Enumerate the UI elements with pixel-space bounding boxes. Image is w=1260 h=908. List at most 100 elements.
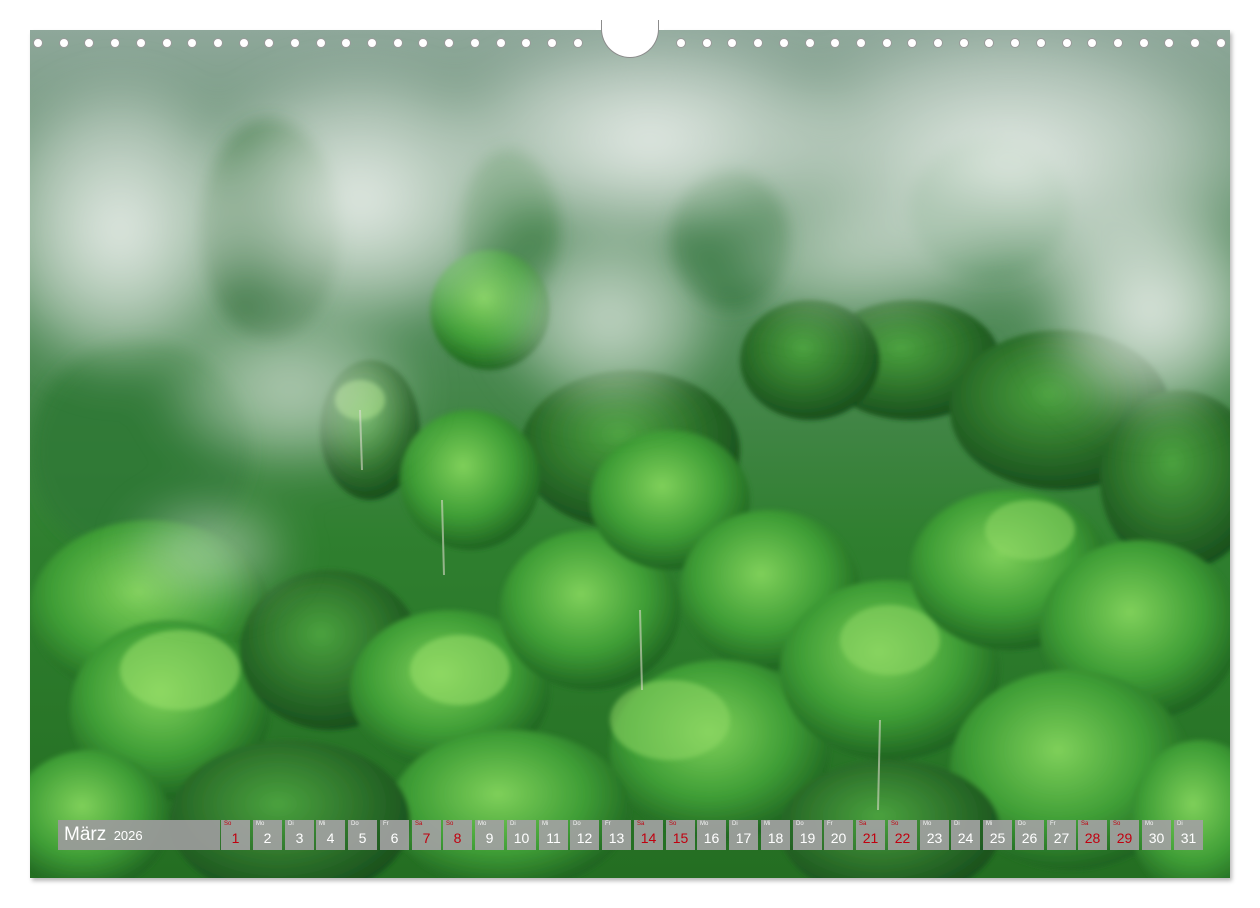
day-cell: Mi 18 [761,820,790,850]
day-number: 9 [485,830,494,846]
day-cell: Sa 28 [1078,820,1107,850]
day-cell: Mo 9 [475,820,504,850]
day-number: 24 [957,830,974,846]
day-cell: Mi 11 [539,820,568,850]
day-number: 18 [767,830,784,846]
month-label: März 2026 [58,820,220,850]
weekday-label: Fr [605,821,611,827]
day-number: 8 [453,830,462,846]
day-number: 30 [1148,830,1165,846]
weekday-label: Do [796,821,804,827]
day-number: 22 [894,830,911,846]
day-number: 7 [422,830,431,846]
day-number: 27 [1053,830,1070,846]
weekday-label: Mo [478,821,487,827]
day-cell: Mo 30 [1142,820,1171,850]
day-cell: Fr 13 [602,820,631,850]
weekday-label: Di [288,821,294,827]
day-cell: So 22 [888,820,917,850]
day-number: 13 [608,830,625,846]
day-cell: Mo 16 [697,820,726,850]
day-cell: Mi 4 [316,820,345,850]
month-calendar-strip: März 2026 So 1 Mo 2 Di 3 Mi 4 Do 5 Fr 6 Sa 7 So 8 Mo 9 Di 1… [58,820,1203,850]
day-number: 29 [1116,830,1133,846]
weekday-label: Sa [637,821,645,827]
weekday-label: Mo [1145,821,1154,827]
day-number: 6 [390,830,399,846]
day-cell: Sa 14 [634,820,663,850]
weekday-label: Fr [827,821,833,827]
weekday-label: Do [351,821,359,827]
weekday-label: Di [732,821,738,827]
weekday-label: Sa [859,821,867,827]
weekday-label: So [891,821,899,827]
weekday-label: So [446,821,454,827]
weekday-label: Di [1177,821,1183,827]
weekday-label: Di [954,821,960,827]
day-cell: Di 10 [507,820,536,850]
day-cell: Di 31 [1174,820,1203,850]
weekday-label: Mi [986,821,993,827]
weekday-label: Do [1018,821,1026,827]
rainforest-photo [30,30,1230,878]
weekday-label: Fr [383,821,389,827]
weekday-label: So [224,821,232,827]
day-cell: Do 5 [348,820,377,850]
day-cell: So 1 [221,820,250,850]
weekday-label: Sa [1081,821,1089,827]
misty-rainforest-photo [30,30,1230,878]
day-number: 28 [1084,830,1101,846]
day-number: 11 [546,830,561,846]
day-cell: Fr 6 [380,820,409,850]
day-number: 10 [513,830,530,846]
weekday-label: Mo [923,821,932,827]
day-number: 26 [1021,830,1038,846]
weekday-label: So [1113,821,1121,827]
day-cell: So 29 [1110,820,1139,850]
day-number: 3 [295,830,304,846]
weekday-label: Sa [415,821,423,827]
weekday-label: Mo [256,821,265,827]
weekday-label: Mi [542,821,549,827]
day-number: 15 [672,830,689,846]
day-number: 1 [231,830,240,846]
day-cell: So 8 [443,820,472,850]
day-cell: Fr 27 [1047,820,1076,850]
weekday-label: Mi [764,821,771,827]
weekday-label: Fr [1050,821,1056,827]
day-number: 16 [703,830,720,846]
day-number: 17 [735,830,752,846]
day-number: 12 [576,830,593,846]
day-number: 31 [1180,830,1197,846]
day-cell: Di 24 [951,820,980,850]
weekday-label: Mo [700,821,709,827]
day-number: 5 [358,830,367,846]
day-cell: Do 26 [1015,820,1044,850]
hanger-mask [596,20,664,30]
day-cell: Mi 25 [983,820,1012,850]
day-cell: Sa 7 [412,820,441,850]
day-number: 19 [799,830,816,846]
month-year: 2026 [113,828,143,843]
weekday-label: Di [510,821,516,827]
day-number: 25 [989,830,1006,846]
day-number: 4 [326,830,335,846]
weekday-label: Mi [319,821,326,827]
day-cell: Mo 2 [253,820,282,850]
day-number: 23 [926,830,943,846]
day-number: 20 [830,830,847,846]
day-cell: Mo 23 [920,820,949,850]
day-number: 21 [862,830,879,846]
day-number: 14 [640,830,657,846]
day-number: 2 [263,830,272,846]
month-name: März [64,824,107,845]
day-cell: Sa 21 [856,820,885,850]
day-cell: Di 17 [729,820,758,850]
weekday-label: So [669,821,677,827]
day-cell: Fr 20 [824,820,853,850]
day-cell: Do 19 [793,820,822,850]
weekday-label: Do [573,821,581,827]
calendar-page [30,30,1230,878]
day-cell: So 15 [666,820,695,850]
day-cell: Di 3 [285,820,314,850]
